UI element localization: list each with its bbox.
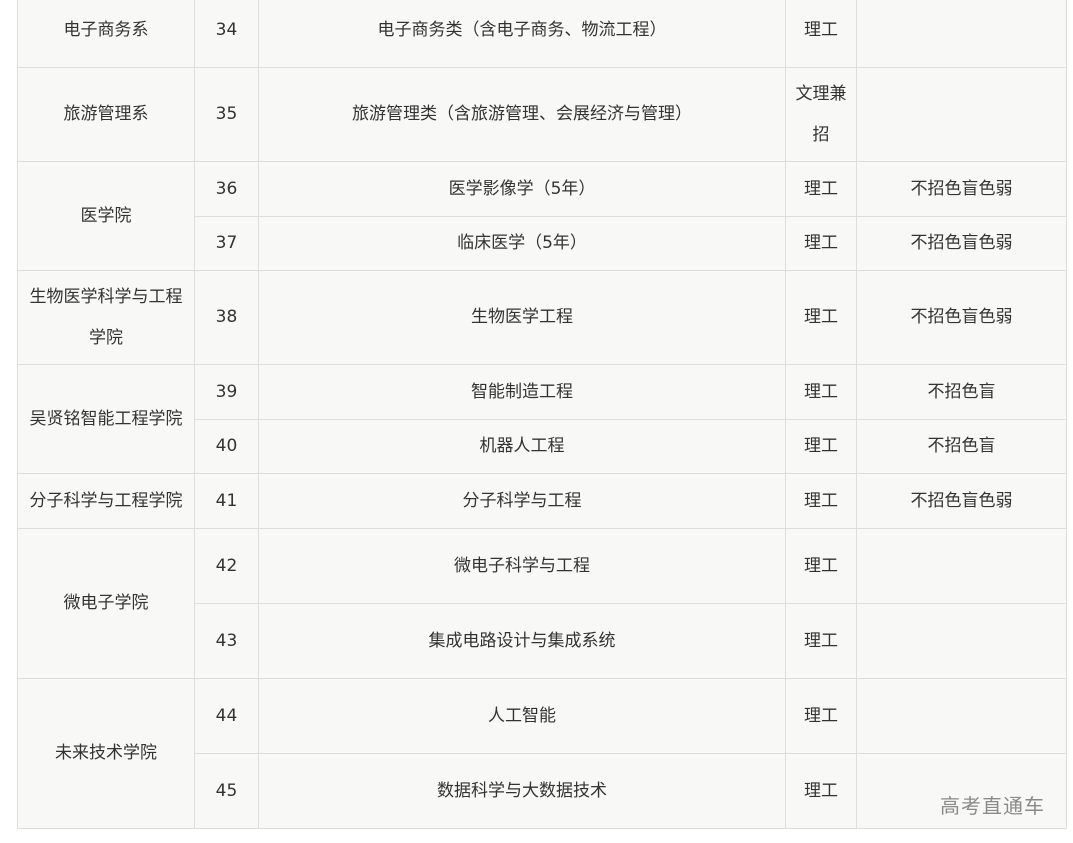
category-cell: 理工 xyxy=(785,603,857,679)
department-cell: 未来技术学院 xyxy=(17,678,195,829)
table-row: 分子科学与工程学院 41 分子科学与工程 理工 不招色盲色弱 xyxy=(17,473,1067,529)
major-number-cell: 43 xyxy=(194,603,259,679)
major-name-cell: 生物医学工程 xyxy=(258,270,786,365)
table-row: 生物医学科学与工程学院 38 生物医学工程 理工 不招色盲色弱 xyxy=(17,270,1067,365)
department-cell: 微电子学院 xyxy=(17,528,195,679)
major-name-cell: 人工智能 xyxy=(258,678,786,754)
major-number-cell: 41 xyxy=(194,473,259,529)
category-cell: 理工 xyxy=(785,270,857,365)
note-cell xyxy=(856,678,1067,754)
note-cell xyxy=(856,528,1067,604)
majors-table: 电子商务系 34 电子商务类（含电子商务、物流工程） 理工 旅游管理系 35 旅… xyxy=(17,0,1067,829)
department-cell: 旅游管理系 xyxy=(17,67,195,162)
note-cell: 不招色盲色弱 xyxy=(856,473,1067,529)
major-name-cell: 分子科学与工程 xyxy=(258,473,786,529)
watermark: 高考直通车 xyxy=(940,794,1045,818)
category-cell: 理工 xyxy=(785,528,857,604)
note-cell: 不招色盲色弱 xyxy=(856,270,1067,365)
major-number-cell: 45 xyxy=(194,753,259,829)
note-cell xyxy=(856,67,1067,162)
major-name-cell: 微电子科学与工程 xyxy=(258,528,786,604)
department-cell: 医学院 xyxy=(17,161,195,271)
major-name-cell: 数据科学与大数据技术 xyxy=(258,753,786,829)
major-number-cell: 44 xyxy=(194,678,259,754)
major-name-cell: 电子商务类（含电子商务、物流工程） xyxy=(258,0,786,68)
major-name-cell: 集成电路设计与集成系统 xyxy=(258,603,786,679)
note-cell xyxy=(856,0,1067,68)
note-cell: 不招色盲色弱 xyxy=(856,161,1067,217)
table-row: 吴贤铭智能工程学院 39 智能制造工程 理工 不招色盲 xyxy=(17,364,1067,474)
table-row: 未来技术学院 44 人工智能 理工 xyxy=(17,678,1067,829)
category-cell: 理工 xyxy=(785,0,857,68)
table-row: 旅游管理系 35 旅游管理类（含旅游管理、会展经济与管理） 文理兼招 xyxy=(17,67,1067,162)
note-cell: 不招色盲 xyxy=(856,419,1067,474)
major-number-cell: 42 xyxy=(194,528,259,604)
table-row: 微电子学院 42 微电子科学与工程 理工 xyxy=(17,528,1067,679)
major-name-cell: 智能制造工程 xyxy=(258,364,786,420)
major-number-cell: 37 xyxy=(194,216,259,271)
major-name-cell: 旅游管理类（含旅游管理、会展经济与管理） xyxy=(258,67,786,162)
page: 电子商务系 34 电子商务类（含电子商务、物流工程） 理工 旅游管理系 35 旅… xyxy=(0,0,1073,843)
department-cell: 电子商务系 xyxy=(17,0,195,68)
note-cell: 不招色盲色弱 xyxy=(856,216,1067,271)
note-cell: 不招色盲 xyxy=(856,364,1067,420)
category-cell: 理工 xyxy=(785,753,857,829)
department-cell: 分子科学与工程学院 xyxy=(17,473,195,529)
category-cell: 文理兼招 xyxy=(785,67,857,162)
major-number-cell: 39 xyxy=(194,364,259,420)
table-row: 电子商务系 34 电子商务类（含电子商务、物流工程） 理工 xyxy=(17,0,1067,68)
major-number-cell: 40 xyxy=(194,419,259,474)
major-name-cell: 临床医学（5年） xyxy=(258,216,786,271)
category-cell: 理工 xyxy=(785,364,857,420)
major-number-cell: 38 xyxy=(194,270,259,365)
category-cell: 理工 xyxy=(785,216,857,271)
department-cell: 吴贤铭智能工程学院 xyxy=(17,364,195,474)
table-row: 医学院 36 医学影像学（5年） 理工 不招色盲色弱 xyxy=(17,161,1067,271)
category-cell: 理工 xyxy=(785,161,857,217)
category-cell: 理工 xyxy=(785,419,857,474)
category-cell: 理工 xyxy=(785,678,857,754)
major-name-cell: 医学影像学（5年） xyxy=(258,161,786,217)
major-name-cell: 机器人工程 xyxy=(258,419,786,474)
category-cell: 理工 xyxy=(785,473,857,529)
major-number-cell: 35 xyxy=(194,67,259,162)
major-number-cell: 34 xyxy=(194,0,259,68)
major-number-cell: 36 xyxy=(194,161,259,217)
department-cell: 生物医学科学与工程学院 xyxy=(17,270,195,365)
note-cell xyxy=(856,603,1067,679)
